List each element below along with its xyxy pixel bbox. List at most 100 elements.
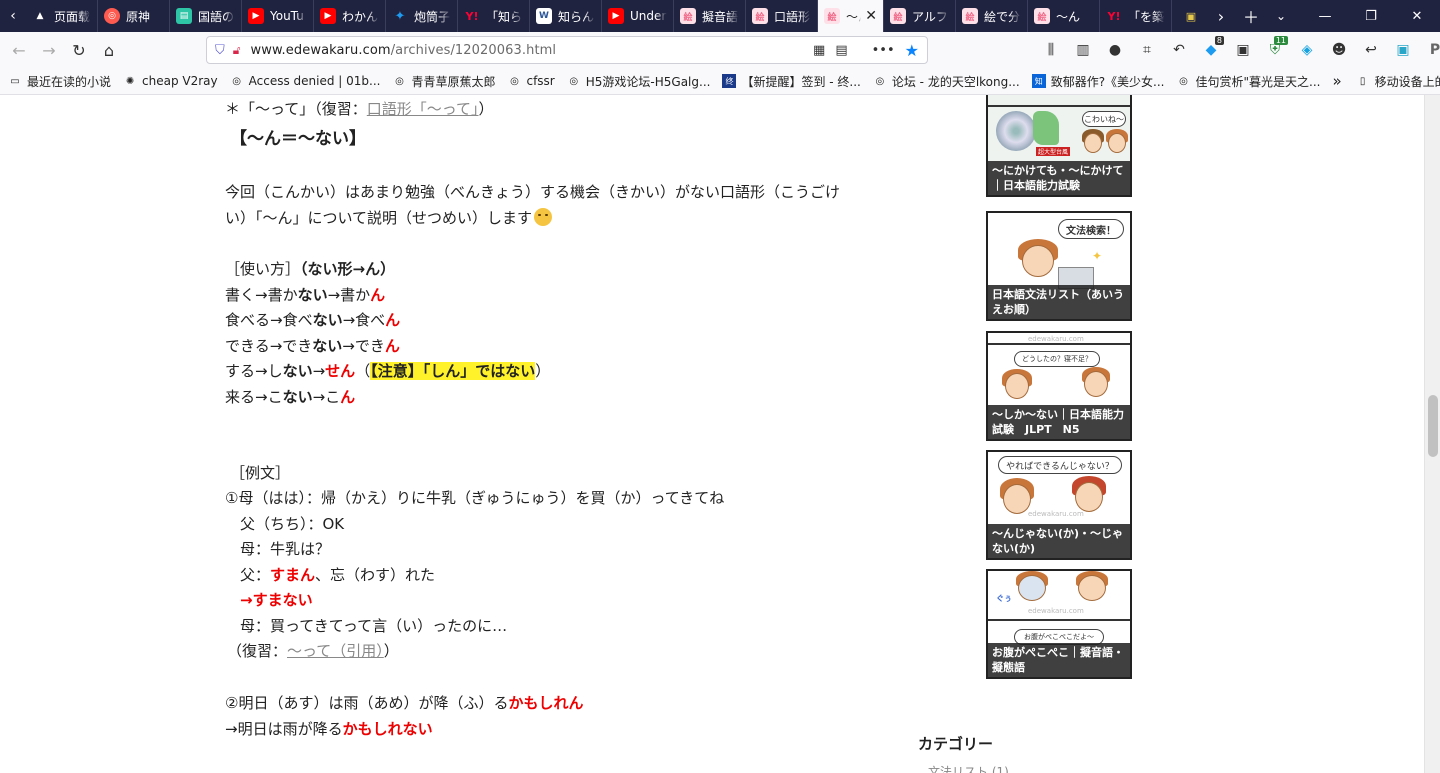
zhihu-icon: 知	[1031, 74, 1046, 88]
spy-extension-icon[interactable]: ☻	[1324, 36, 1354, 64]
tab[interactable]: Y! 「を築	[1100, 0, 1172, 32]
bookmark-item[interactable]: ◎ cfssr	[507, 74, 555, 88]
reload-icon[interactable]: ↻	[64, 36, 94, 64]
bookmark-item[interactable]: ◎ 论坛 - 龙的天空lkong...	[873, 73, 1019, 90]
typhoon-icon	[996, 111, 1036, 151]
tab[interactable]: Y! 「知ら	[458, 0, 530, 32]
bookmarks-bar: ▭ 最近在读的小说 ✺ cheap V2ray ◎ Access denied | 0…	[0, 68, 1440, 95]
tab[interactable]: 絵絵で分	[956, 0, 1028, 32]
sparkle-icon: ✦	[1092, 249, 1103, 263]
more-actions-icon[interactable]: •••	[872, 43, 895, 58]
example-line: 母：牛乳は？	[240, 540, 331, 558]
bookmark-item[interactable]: ✺ cheap V2ray	[123, 74, 218, 88]
qr-code-icon[interactable]: ▦	[813, 43, 825, 58]
bookmark-item[interactable]: ◎ Access denied | 01b...	[230, 74, 380, 88]
new-tab-icon[interactable]: ＋	[1236, 4, 1266, 28]
window-controls: — ❐ ✕	[1302, 0, 1440, 32]
tab-strip: ‹ ▲ 页面载 ◎ 原神 ▤ 国語の ▶ YouTu ▶ わかん ✦ 炮筒子 Y! 「知ら W…	[0, 0, 1440, 32]
bookmark-item[interactable]: ◎ 佳句赏析"暮光是天之...	[1177, 73, 1320, 90]
tab[interactable]: ◎ 原神	[98, 0, 170, 32]
bookmark-item[interactable]: ◎ H5游戏论坛-H5Galg...	[567, 73, 710, 90]
reader-view-icon[interactable]: ▤	[835, 43, 847, 58]
bookmark-item[interactable]: 终【新提醒】签到 - 终...	[722, 73, 861, 90]
conjugation-row: する→しない→せん（【注意】「しん」ではない）	[225, 362, 551, 380]
globe-icon: ◎	[569, 75, 579, 87]
character-face	[1078, 575, 1106, 601]
home-icon[interactable]: ⌂	[94, 36, 124, 64]
example-line: 父（ちち）：OK	[240, 515, 345, 533]
shield-icon[interactable]: ⛉	[215, 43, 225, 58]
globe-icon: ◎	[395, 75, 404, 87]
character-face	[1022, 245, 1054, 277]
bookmarks-overflow-icon[interactable]: »	[1332, 72, 1341, 90]
globe-icon: ◎	[232, 75, 241, 87]
tab[interactable]: ✦ 炮筒子	[386, 0, 458, 32]
related-article-card[interactable]: ぐぅ edewakaru.com お腹がぺこぺこだよ～ お腹がぺこぺこ｜擬音語・…	[986, 569, 1132, 679]
example-line: 母：買ってきてって言（い）ったのに…	[240, 617, 508, 635]
category-item[interactable]: 文法リスト (1)	[928, 763, 1009, 773]
reply-icon[interactable]: ↩	[1356, 36, 1386, 64]
undo-extension-icon[interactable]: ↶	[1164, 36, 1194, 64]
site-icon: 絵	[680, 8, 696, 24]
tab[interactable]: 絵口語形	[746, 0, 818, 32]
bookmark-item[interactable]: ▭ 最近在读的小说	[8, 73, 111, 90]
related-article-card[interactable]: 文法検索！ ✦ 日本語文法リスト（あいうえお順）	[986, 211, 1132, 321]
tab[interactable]: ▶ YouTu	[242, 0, 314, 32]
address-bar[interactable]: ⛉ 🔓︎ www.edewakaru.com/archives/12020063…	[206, 36, 928, 64]
related-article-card[interactable]: やればできるんじゃない？ edewakaru.com 〜んじゃない(か)・〜じゃ…	[986, 450, 1132, 560]
vertical-scrollbar[interactable]	[1424, 95, 1440, 773]
site-icon: 絵	[824, 8, 840, 24]
tab[interactable]: ▶ わかん	[314, 0, 386, 32]
bookmark-star-icon[interactable]: ★	[905, 41, 919, 60]
globe-icon: ◎	[1179, 75, 1188, 87]
tab[interactable]: ▶ Under	[602, 0, 674, 32]
warning-icon: ▲	[36, 11, 44, 21]
tab[interactable]: ▤ 国語の	[170, 0, 242, 32]
bookmark-item[interactable]: 知致郁器作?《美少女...	[1031, 73, 1165, 90]
tab-scroll-right-icon[interactable]: ›	[1206, 7, 1236, 26]
tab-scroll-left-icon[interactable]: ‹	[0, 0, 26, 32]
card-caption: 〜にかけても・〜にかけて｜日本語能力試験	[988, 161, 1130, 195]
globe-icon: ◎	[875, 75, 885, 87]
restore-icon[interactable]: ❐	[1348, 9, 1394, 24]
globe-icon: ◎	[510, 75, 519, 87]
library-icon[interactable]: ⫼	[1036, 36, 1066, 64]
insecure-lock-icon[interactable]: 🔓︎	[233, 43, 241, 58]
minimize-icon[interactable]: —	[1302, 9, 1348, 24]
example-line: →すまない	[240, 591, 313, 609]
review-link[interactable]: 口語形「〜って」	[367, 100, 479, 118]
tab[interactable]: 絵擬音語	[674, 0, 746, 32]
save-icon[interactable]: ▣	[1388, 36, 1418, 64]
sound-effect: ぐぅ	[996, 594, 1012, 603]
tab[interactable]: 絵〜ん	[1028, 0, 1100, 32]
tv-extension-icon[interactable]: ▣	[1228, 36, 1258, 64]
tab-list-icon[interactable]: ⌄	[1266, 9, 1296, 23]
p-extension-icon[interactable]: P	[1420, 36, 1440, 64]
section-heading: 【〜ん＝〜ない】	[230, 129, 366, 149]
category-heading: カテゴリー	[918, 735, 994, 753]
mobile-bookmarks[interactable]: ▯移动设备上的书签	[1356, 73, 1440, 90]
tab[interactable]: ▲ 页面载	[26, 0, 98, 32]
back-icon[interactable]: ←	[4, 36, 34, 64]
sidebar-icon[interactable]: ▥	[1068, 36, 1098, 64]
account-icon[interactable]: ●	[1100, 36, 1130, 64]
review-link[interactable]: 〜って（引用）	[287, 642, 384, 660]
scrollbar-thumb[interactable]	[1428, 395, 1438, 457]
forward-icon[interactable]: →	[34, 36, 64, 64]
conjugation-row: 食べる→食べない→食べん	[225, 311, 401, 329]
cube-extension-icon[interactable]: ◈	[1292, 36, 1322, 64]
adblock-shield-icon[interactable]: ⛨ 11	[1260, 36, 1290, 64]
crop-icon[interactable]: ⌗	[1132, 36, 1162, 64]
url-text[interactable]: www.edewakaru.com/archives/12020063.html	[251, 43, 557, 58]
yellow-tab-icon[interactable]: ▣	[1176, 10, 1206, 23]
related-article-card[interactable]: edewakaru.com どうしたの？寝不足？ 〜しか〜ない｜日本語能力試験 …	[986, 331, 1132, 441]
close-tab-icon[interactable]: ✕	[865, 8, 877, 24]
related-article-card[interactable]: 超大型台風 こわいね〜 〜にかけても・〜にかけて｜日本語能力試験	[986, 95, 1132, 197]
bookmark-item[interactable]: ◎ 青青草原蕉太郎	[392, 73, 495, 90]
tab-active[interactable]: 絵〜ん✕	[818, 0, 884, 32]
close-window-icon[interactable]: ✕	[1394, 9, 1440, 24]
notification-extension-icon[interactable]: ◆ 8	[1196, 36, 1226, 64]
tab[interactable]: W 知らん	[530, 0, 602, 32]
map-icon	[1033, 111, 1059, 145]
tab[interactable]: 絵アルフ	[884, 0, 956, 32]
